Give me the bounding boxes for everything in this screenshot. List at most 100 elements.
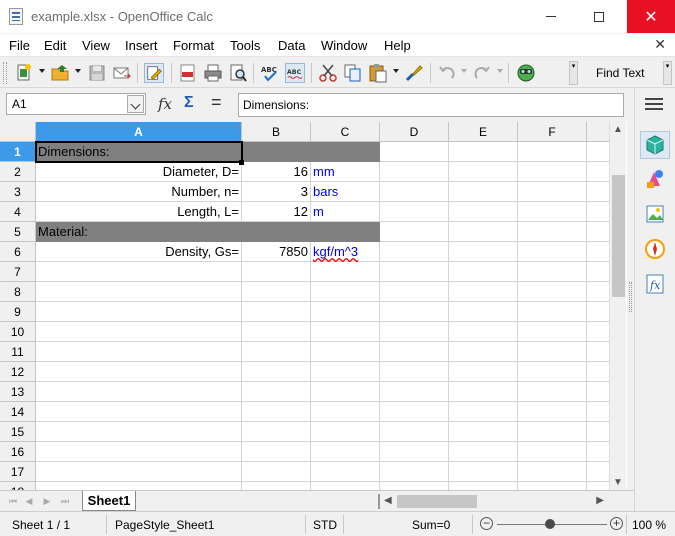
row-header-9[interactable]: 9: [0, 302, 36, 322]
cell-b3[interactable]: 3: [242, 182, 311, 202]
empty-cell[interactable]: [449, 202, 518, 222]
empty-cell[interactable]: [518, 182, 587, 202]
new-document-icon[interactable]: [14, 63, 34, 83]
empty-cell[interactable]: [449, 242, 518, 262]
row-header-3[interactable]: 3: [0, 182, 36, 202]
row-header-11[interactable]: 11: [0, 342, 36, 362]
column-header-f[interactable]: F: [518, 122, 587, 142]
empty-cell[interactable]: [242, 262, 311, 282]
column-header-g-partial[interactable]: [587, 122, 609, 142]
scroll-down-icon[interactable]: ▼: [613, 477, 623, 488]
cell-c4[interactable]: m: [311, 202, 380, 222]
cell-b5[interactable]: [242, 222, 311, 242]
undo-icon[interactable]: [437, 63, 457, 83]
empty-cell[interactable]: [518, 402, 587, 422]
cell-a4[interactable]: Length, L=: [36, 202, 242, 222]
row-header-13[interactable]: 13: [0, 382, 36, 402]
horizontal-scrollbar[interactable]: ◀ ▶: [381, 493, 607, 510]
empty-cell[interactable]: [36, 442, 242, 462]
scroll-right-icon[interactable]: ▶: [596, 495, 604, 506]
page-style[interactable]: PageStyle_Sheet1: [115, 518, 214, 532]
save-icon[interactable]: [87, 63, 107, 83]
empty-cell[interactable]: [587, 482, 609, 490]
empty-cell[interactable]: [242, 422, 311, 442]
empty-cell[interactable]: [36, 422, 242, 442]
empty-cell[interactable]: [36, 262, 242, 282]
name-box[interactable]: A1: [6, 93, 146, 115]
empty-cell[interactable]: [587, 262, 609, 282]
empty-cell[interactable]: [311, 482, 380, 490]
empty-cell[interactable]: [380, 382, 449, 402]
empty-cell[interactable]: [449, 462, 518, 482]
menu-window[interactable]: Window: [321, 38, 367, 53]
empty-cell[interactable]: [449, 402, 518, 422]
empty-cell[interactable]: [587, 202, 609, 222]
empty-cell[interactable]: [380, 402, 449, 422]
empty-cell[interactable]: [518, 442, 587, 462]
autospellcheck-icon[interactable]: ABC: [285, 63, 305, 83]
menu-edit[interactable]: Edit: [44, 38, 66, 53]
empty-cell[interactable]: [449, 162, 518, 182]
empty-cell[interactable]: [380, 462, 449, 482]
empty-cell[interactable]: [311, 382, 380, 402]
navigator-icon[interactable]: [516, 63, 536, 83]
paste-dropdown-icon[interactable]: [393, 69, 399, 73]
menu-tools[interactable]: Tools: [230, 38, 260, 53]
empty-cell[interactable]: [242, 362, 311, 382]
copy-icon[interactable]: [343, 63, 363, 83]
empty-cell[interactable]: [311, 402, 380, 422]
row-header-1[interactable]: 1: [0, 142, 36, 162]
empty-cell[interactable]: [587, 442, 609, 462]
empty-cell[interactable]: [311, 422, 380, 442]
select-all-corner[interactable]: [0, 122, 36, 142]
empty-cell[interactable]: [311, 282, 380, 302]
find-text-label[interactable]: Find Text: [596, 66, 644, 80]
empty-cell[interactable]: [380, 442, 449, 462]
email-icon[interactable]: [112, 63, 132, 83]
empty-cell[interactable]: [449, 302, 518, 322]
new-dropdown-icon[interactable]: [39, 69, 45, 73]
empty-cell[interactable]: [518, 222, 587, 242]
cell-a1[interactable]: Dimensions:: [36, 142, 242, 162]
cell-c3[interactable]: bars: [311, 182, 380, 202]
column-header-e[interactable]: E: [449, 122, 518, 142]
empty-cell[interactable]: [518, 262, 587, 282]
function-wizard-icon[interactable]: fx: [158, 95, 172, 113]
functions-button[interactable]: fx: [640, 270, 670, 298]
sidebar-menu-icon[interactable]: [645, 98, 663, 112]
open-dropdown-icon[interactable]: [75, 69, 81, 73]
empty-cell[interactable]: [36, 482, 242, 490]
print-icon[interactable]: [203, 63, 223, 83]
cell-a2[interactable]: Diameter, D=: [36, 162, 242, 182]
cell-c2[interactable]: mm: [311, 162, 380, 182]
empty-cell[interactable]: [449, 422, 518, 442]
empty-cell[interactable]: [518, 422, 587, 442]
empty-cell[interactable]: [380, 342, 449, 362]
empty-cell[interactable]: [380, 362, 449, 382]
empty-cell[interactable]: [449, 342, 518, 362]
print-preview-icon[interactable]: [228, 63, 248, 83]
menu-view[interactable]: View: [82, 38, 110, 53]
close-button[interactable]: ✕: [627, 0, 675, 33]
empty-cell[interactable]: [587, 362, 609, 382]
empty-cell[interactable]: [518, 282, 587, 302]
row-header-10[interactable]: 10: [0, 322, 36, 342]
gallery-button[interactable]: [640, 200, 670, 228]
sidebar-splitter[interactable]: [627, 122, 634, 490]
row-header-2[interactable]: 2: [0, 162, 36, 182]
empty-cell[interactable]: [518, 462, 587, 482]
empty-cell[interactable]: [311, 322, 380, 342]
selection-mode[interactable]: STD: [313, 518, 337, 532]
cell-a6[interactable]: Density, Gs=: [36, 242, 242, 262]
empty-cell[interactable]: [380, 182, 449, 202]
navigator-button[interactable]: [640, 235, 670, 263]
empty-cell[interactable]: [587, 242, 609, 262]
empty-cell[interactable]: [242, 382, 311, 402]
previous-sheet-icon[interactable]: ◀: [22, 494, 36, 509]
empty-cell[interactable]: [380, 202, 449, 222]
column-header-c[interactable]: C: [311, 122, 380, 142]
empty-cell[interactable]: [380, 142, 449, 162]
empty-cell[interactable]: [36, 462, 242, 482]
empty-cell[interactable]: [518, 162, 587, 182]
empty-cell[interactable]: [449, 322, 518, 342]
